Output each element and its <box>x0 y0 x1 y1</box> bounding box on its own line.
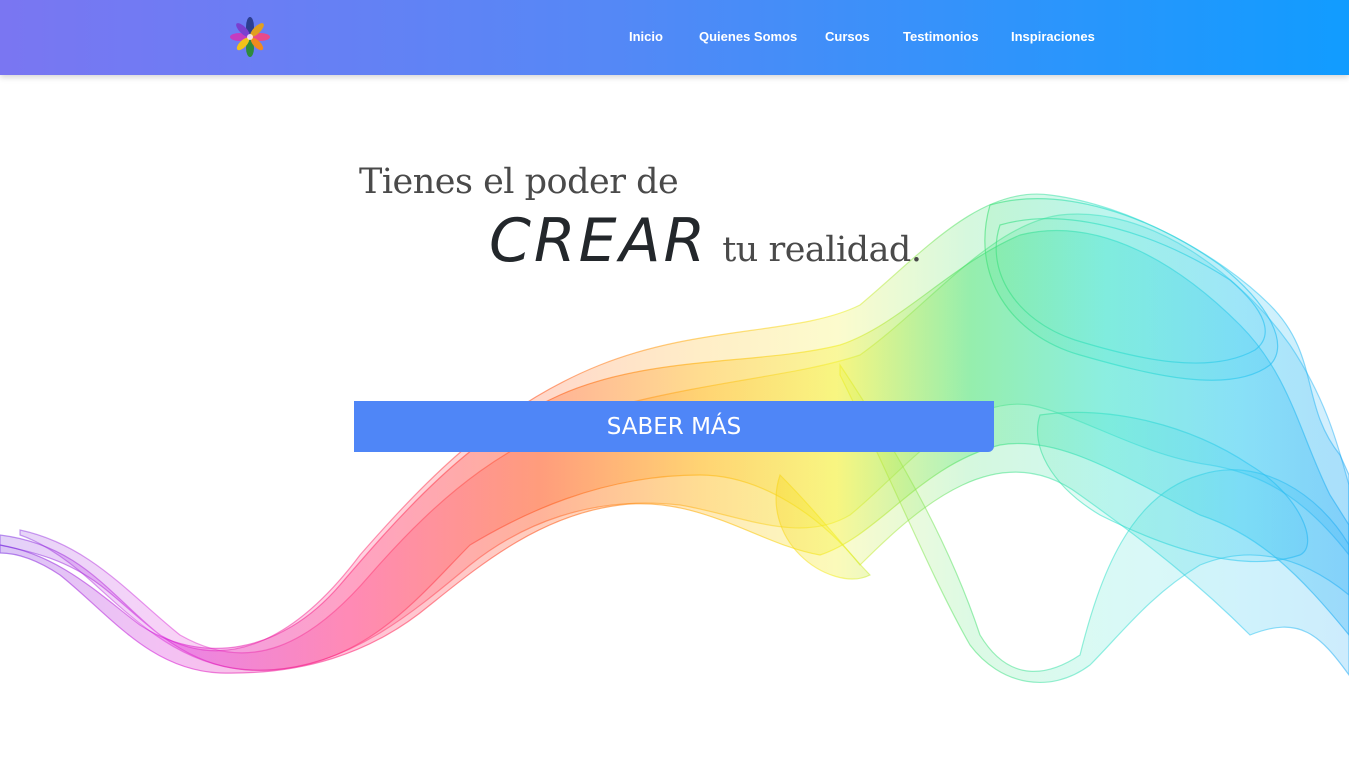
nav-inspiraciones[interactable]: Inspiraciones <box>1011 29 1095 44</box>
hero-line-2-text: tu realidad. <box>722 230 922 270</box>
nav-quienes-somos[interactable]: Quienes Somos <box>699 29 797 44</box>
top-navbar: Inicio Quienes Somos Cursos Testimonios … <box>0 0 1349 75</box>
nav-inicio[interactable]: Inicio <box>629 29 663 44</box>
hero-line-1: Tienes el poder de <box>359 162 679 202</box>
saber-mas-button[interactable]: SABER MÁS <box>354 401 994 452</box>
main-nav: Inicio Quienes Somos Cursos Testimonios … <box>0 0 1349 75</box>
nav-cursos[interactable]: Cursos <box>825 29 870 44</box>
nav-testimonios[interactable]: Testimonios <box>903 29 979 44</box>
hero-line-2: CREAR tu realidad. <box>489 206 922 276</box>
hero-section: Tienes el poder de CREAR tu realidad. SAB… <box>0 75 1349 768</box>
hero-highlight-word: CREAR <box>489 206 709 276</box>
